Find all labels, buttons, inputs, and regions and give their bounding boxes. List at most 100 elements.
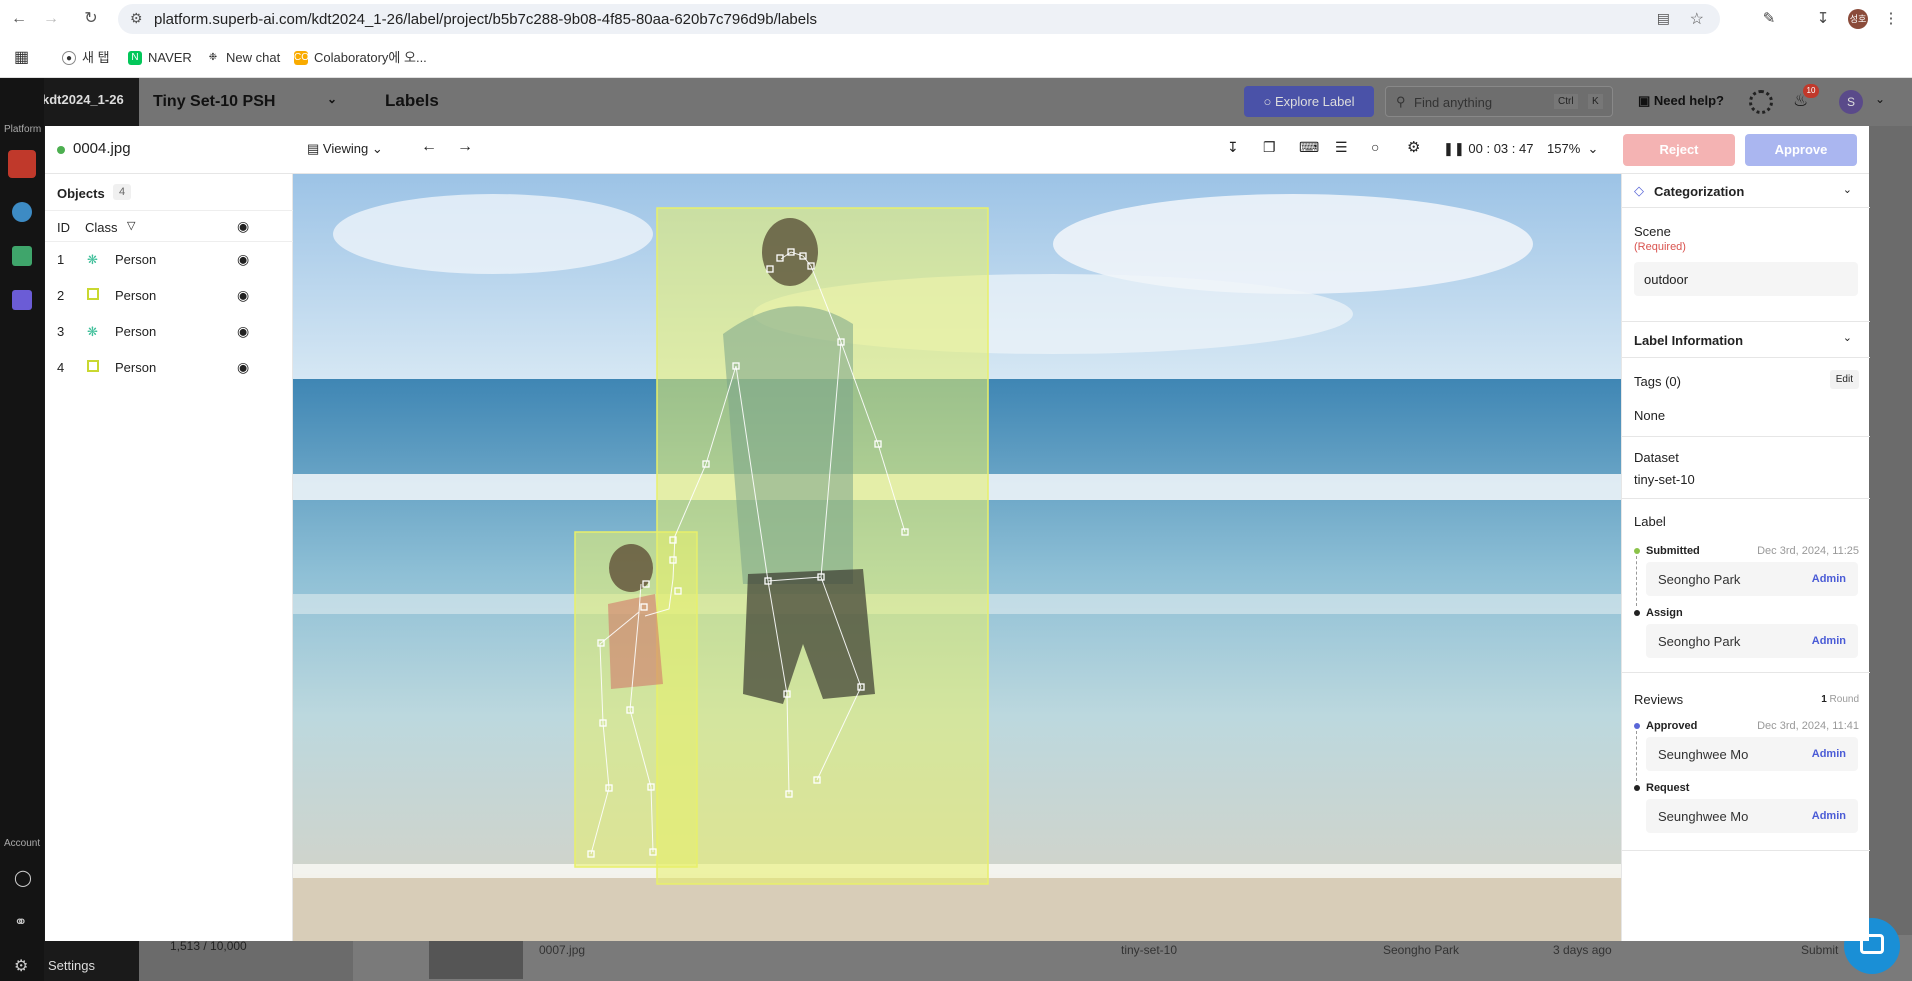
approved-user: Seunghwee Mo Admin [1646,737,1858,771]
next-arrow-icon[interactable]: → [457,138,473,156]
object-row[interactable]: 3 ❋ Person ◉ [45,314,293,350]
tag-icon: ◇ [1634,183,1644,198]
object-class: Person [115,324,157,339]
edit-tags-button[interactable]: Edit [1829,370,1859,389]
explore-label-button[interactable]: ○ Explore Label [1244,86,1374,117]
workspace-name[interactable]: kdt2024_1-26 [42,92,124,107]
bookmarks-bar: ▦ ● 새 탭 N NAVER ❉ New chat CO Colaboratory에 … [0,38,1912,78]
page-title: Labels [385,91,439,110]
notification-badge: 10 [1803,84,1819,98]
image-canvas[interactable] [293,174,1621,941]
object-class: Person [115,252,157,267]
settings-icon[interactable]: ⚙ [14,956,28,976]
request-dot [1634,785,1640,791]
loading-icon [1749,90,1773,114]
chevron-down-icon: ⌄ [1842,332,1852,344]
object-id: 4 [57,360,65,375]
object-id: 2 [57,288,65,303]
filter-icon[interactable]: ▽ [127,219,135,232]
apps-icon[interactable]: ▦ [14,47,29,69]
timer: ❚❚ 00 : 03 : 47 [1443,141,1534,156]
back-icon[interactable]: ← [8,8,30,30]
icon-rail: Platform Account ◯ ⚭ ⚙ [0,78,44,981]
object-row[interactable]: 4 Person ◉ [45,350,293,386]
reject-button[interactable]: Reject [1623,134,1735,166]
object-row[interactable]: 2 Person ◉ [45,278,293,314]
profile-avatar[interactable]: 성호 [1848,9,1868,29]
comment-icon[interactable]: ○ [1371,139,1379,155]
filename: 0004.jpg [73,140,131,157]
prev-arrow-icon[interactable]: ← [421,138,437,156]
chevron-down-icon: ⌄ [326,92,337,106]
objects-panel: Objects 4 ID Class ▽ ◉ 1 ❋ Person ◉ 2 Person ◉… [45,174,293,941]
link-icon[interactable]: ⚭ [14,912,27,932]
chevron-down-icon[interactable]: ⌄ [1875,92,1885,106]
categorization-header[interactable]: ◇ Categorization ⌄ [1622,174,1870,208]
assigned-user: Seongho Park Admin [1646,624,1858,658]
need-help-link[interactable]: ▣ Need help? [1638,93,1724,109]
download-icon[interactable]: ↧ [1812,8,1834,30]
user-icon[interactable]: ◯ [14,868,32,888]
bookmark-colab[interactable]: CO Colaboratory에 오... [294,47,427,69]
mode-dropdown[interactable]: ▤ Viewing ⌄ [307,141,383,157]
eye-icon[interactable]: ◉ [237,323,249,340]
search-input[interactable]: ⚲ Find anything Ctrl K [1385,86,1613,117]
help-icon: ▣ [1638,93,1654,108]
model-nav-icon[interactable] [12,246,32,266]
translate-icon[interactable]: ▤ [1657,10,1670,27]
site-info-icon[interactable]: ⚙ [130,10,143,27]
zoom-dropdown[interactable]: 157% ⌄ [1547,141,1598,157]
adjust-icon[interactable]: ☰ [1335,139,1348,156]
eye-icon[interactable]: ◉ [237,251,249,268]
account-section-label: Account [4,838,41,849]
assign-dot [1634,610,1640,616]
apps-nav-icon[interactable] [12,290,32,310]
object-id: 3 [57,324,65,339]
bookmark-star-icon[interactable]: ☆ [1690,9,1704,29]
right-panel: ◇ Categorization ⌄ Scene (Required) outd… [1621,174,1870,941]
project-header[interactable]: Tiny Set-10 PSH ⌄ [139,78,353,126]
label-info-header[interactable]: Label Information ⌄ [1622,322,1870,358]
eye-icon[interactable]: ◉ [237,287,249,304]
forward-icon[interactable]: → [40,8,62,30]
keyboard-icon[interactable]: ⌨ [1299,139,1319,156]
menu-icon[interactable]: ⋮ [1880,8,1902,30]
settings-icon[interactable]: ⚙ [1407,138,1420,156]
objects-count-badge: 4 [113,184,132,200]
keypoint-icon: ❋ [87,324,98,339]
reload-icon[interactable]: ↻ [80,8,102,30]
document-icon: ▤ [307,141,323,156]
modal-header: 0004.jpg ▤ Viewing ⌄ ← → ↧ ❐ ⌨ ☰ ○ ⚙ ❚❚ … [45,126,1869,174]
copy-icon[interactable]: ❐ [1263,139,1276,156]
submitted-user: Seongho Park Admin [1646,562,1858,596]
object-class: Person [115,288,157,303]
user-avatar[interactable]: S [1839,90,1863,114]
curate-nav-icon[interactable] [12,202,32,222]
chevron-down-icon: ⌄ [1842,184,1852,196]
request-user: Seunghwee Mo Admin [1646,799,1858,833]
bookmark-naver[interactable]: N NAVER [128,47,192,69]
object-id: 1 [57,252,65,267]
top-bar: Labels ○ Explore Label ⚲ Find anything C… [353,78,1912,126]
eye-icon[interactable]: ◉ [237,218,249,235]
scene-value-field[interactable]: outdoor [1634,262,1858,296]
project-name: Tiny Set-10 PSH [153,93,276,110]
background-table-row: 0007.jpg tiny-set-10 Seongho Park 3 days… [353,935,1912,981]
pause-icon[interactable]: ❚❚ [1443,141,1468,156]
extensions-icon[interactable]: ✎ [1758,8,1780,30]
download-icon[interactable]: ↧ [1227,139,1239,156]
objects-title: Objects [57,186,105,201]
object-row[interactable]: 1 ❋ Person ◉ [45,242,293,278]
search-icon: ⚲ [1396,94,1406,109]
label-nav-icon[interactable] [8,150,36,178]
thumbnail [429,939,523,979]
label-modal: 0004.jpg ▤ Viewing ⌄ ← → ↧ ❐ ⌨ ☰ ○ ⚙ ❚❚ … [45,126,1870,941]
bulb-icon: ○ [1263,94,1275,109]
bookmark-new-tab[interactable]: ● 새 탭 [62,47,110,69]
eye-icon[interactable]: ◉ [237,359,249,376]
approve-button[interactable]: Approve [1745,134,1857,166]
beach-image [293,174,1621,941]
settings-link[interactable]: Settings [48,958,95,973]
bookmark-new-chat[interactable]: ❉ New chat [206,47,280,69]
address-bar[interactable]: ⚙ platform.superb-ai.com/kdt2024_1-26/la… [118,4,1720,34]
